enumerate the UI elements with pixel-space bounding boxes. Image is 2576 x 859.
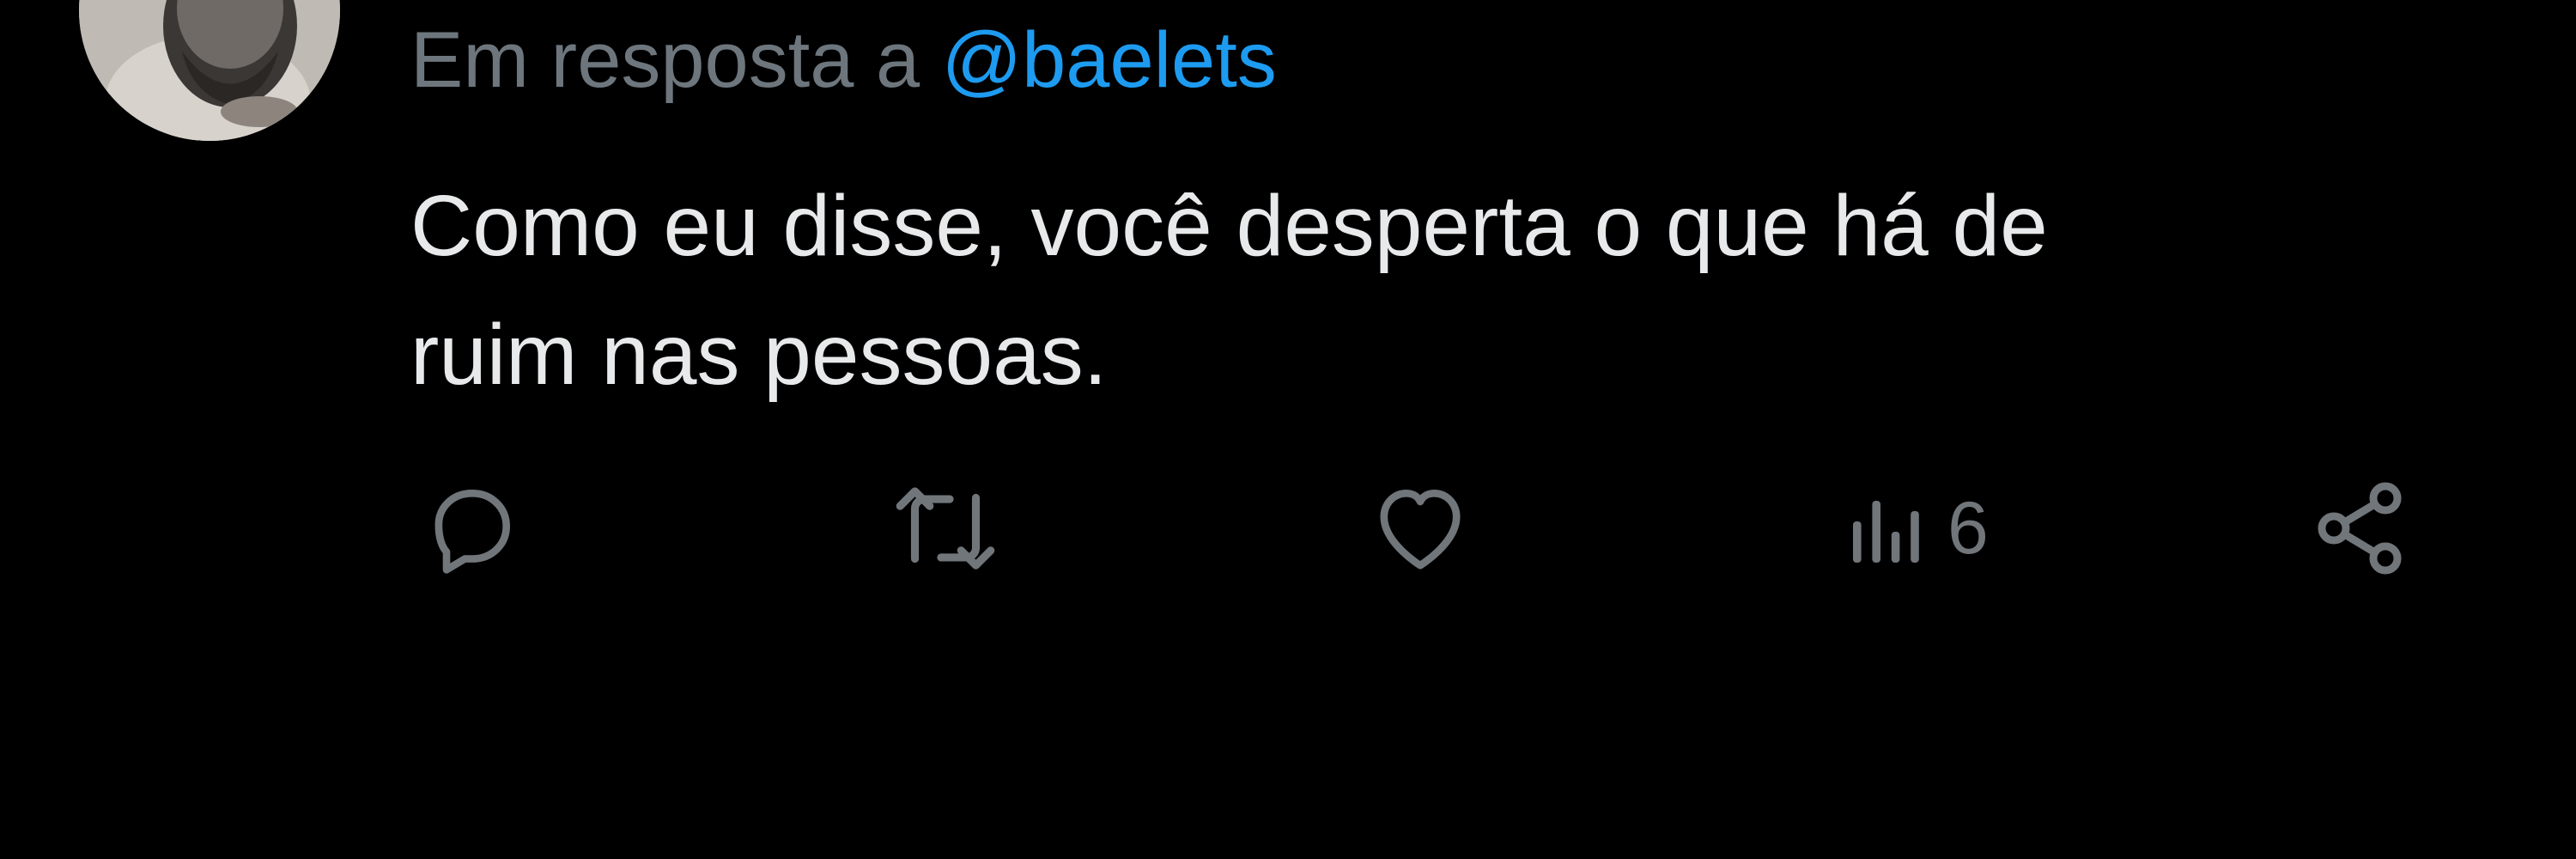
bar-chart-icon — [1853, 501, 1919, 563]
views-button[interactable]: 6 — [1846, 464, 1989, 593]
reply-context: Em resposta a @baelets — [410, 15, 1277, 105]
tweet-text: Como eu disse, você desperta o que há de… — [410, 161, 2385, 419]
avatar[interactable] — [79, 0, 340, 141]
retweet-button[interactable] — [884, 464, 1006, 593]
action-bar: 6 — [0, 464, 2576, 593]
retweet-icon — [896, 487, 995, 570]
tweet-reply[interactable]: Em resposta a @baelets Como eu disse, vo… — [0, 0, 2576, 859]
reply-button[interactable] — [419, 464, 524, 593]
share-icon — [2318, 482, 2402, 575]
views-count: 6 — [1947, 487, 1989, 570]
like-button[interactable] — [1367, 464, 1473, 593]
reply-prefix: Em resposta a — [410, 16, 920, 104]
share-button[interactable] — [2308, 464, 2411, 593]
tweet-text-line: ruim nas pessoas. — [410, 307, 1108, 403]
tweet-text-line: Como eu disse, você desperta o que há de — [410, 178, 2048, 274]
heart-icon — [1380, 490, 1461, 570]
speech-bubble-icon — [434, 490, 510, 574]
reply-mention-link[interactable]: @baelets — [942, 16, 1277, 104]
